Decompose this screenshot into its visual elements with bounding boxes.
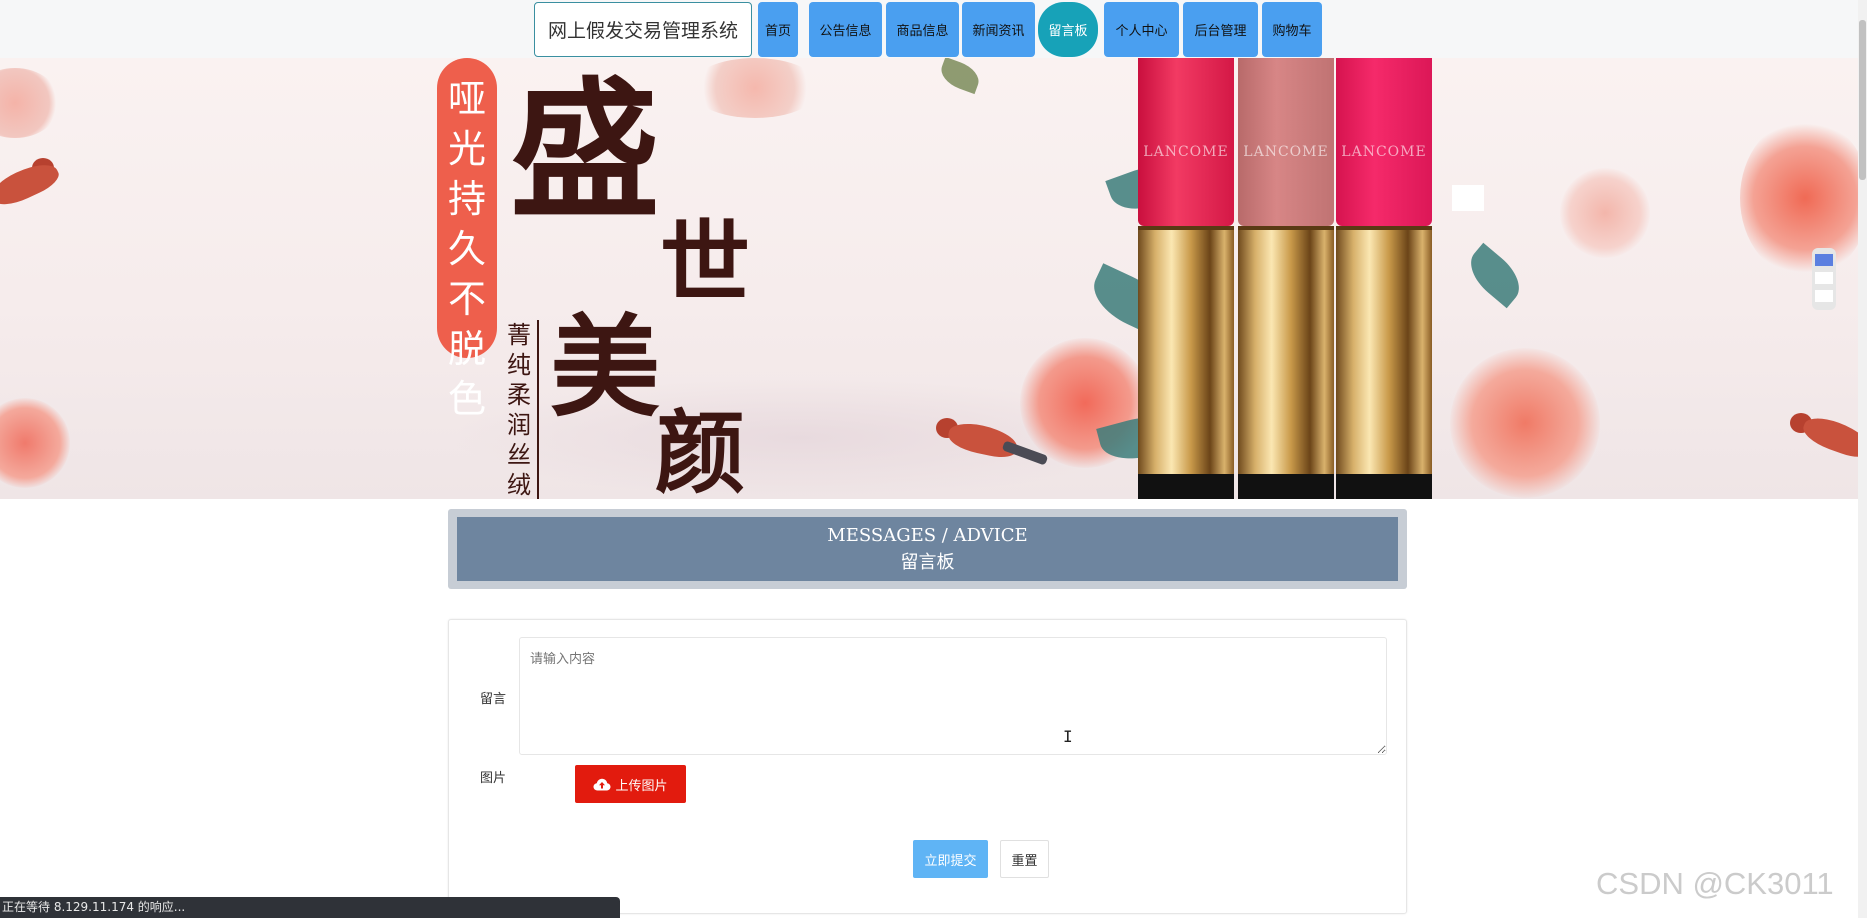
nav-admin[interactable]: 后台管理: [1183, 2, 1258, 57]
nav-personal-center[interactable]: 个人中心: [1104, 2, 1179, 57]
flower-decoration: [1560, 168, 1650, 258]
banner-carousel: 哑光持久不脱色 盛 世 美 颜 菁纯柔润丝绒 LANCOME LANCOME L…: [0, 58, 1858, 499]
lipstick-brand: LANCOME: [1243, 144, 1329, 160]
nav-message-board[interactable]: 留言板: [1038, 2, 1098, 57]
flower-decoration: [1740, 118, 1858, 278]
lipstick-image: [1336, 58, 1432, 499]
browser-status-bar: 正在等待 8.129.11.174 的响应...: [0, 897, 620, 918]
banner-sub-text: 菁纯柔润丝绒: [507, 321, 531, 499]
scrollbar-thumb[interactable]: [1859, 20, 1866, 180]
nav-home[interactable]: 首页: [758, 2, 798, 57]
text-cursor-icon: I: [1063, 727, 1073, 746]
banner-headline-3: 美: [550, 303, 660, 432]
banner-headline-2: 世: [660, 210, 750, 316]
image-label: 图片: [480, 771, 507, 786]
flower-decoration: [0, 68, 60, 138]
flower-decoration: [1450, 348, 1600, 498]
banner-white-block: [1452, 185, 1484, 211]
banner-divider: [537, 320, 539, 499]
banner-headline-4: 颜: [655, 400, 745, 499]
bird-decoration: [930, 418, 1050, 478]
carousel-dot[interactable]: [1815, 272, 1833, 284]
section-title-en: MESSAGES / ADVICE: [827, 525, 1028, 546]
banner-pill-text: 哑光持久不脱色: [437, 58, 497, 421]
leaf-decoration: [1460, 242, 1530, 309]
site-title[interactable]: 网上假发交易管理系统: [534, 2, 752, 57]
section-header-inner: MESSAGES / ADVICE 留言板: [457, 517, 1398, 581]
page: 网上假发交易管理系统 首页 公告信息 商品信息 新闻资讯 留言板 个人中心 后台…: [0, 0, 1867, 918]
upload-image-label: 上传图片: [615, 778, 668, 794]
nav-products[interactable]: 商品信息: [886, 2, 959, 57]
lipstick-brand: LANCOME: [1341, 144, 1427, 160]
lipstick-image: [1138, 58, 1234, 499]
message-label: 留言: [480, 692, 507, 707]
csdn-watermark: CSDN @CK3011: [1596, 866, 1834, 901]
banner-headline-1: 盛: [510, 63, 661, 239]
carousel-indicators[interactable]: [1812, 248, 1836, 310]
top-navigation-bar: 网上假发交易管理系统 首页 公告信息 商品信息 新闻资讯 留言板 个人中心 后台…: [0, 0, 1867, 58]
nav-cart[interactable]: 购物车: [1262, 2, 1322, 57]
upload-image-button[interactable]: 上传图片: [575, 765, 686, 803]
message-textarea[interactable]: [519, 637, 1387, 755]
section-title-cn: 留言板: [900, 552, 955, 573]
bird-decoration: [0, 156, 80, 218]
reset-button[interactable]: 重置: [1000, 840, 1049, 878]
lipstick-image: [1238, 58, 1334, 499]
carousel-dot-active[interactable]: [1815, 254, 1833, 266]
leaf-decoration: [936, 58, 984, 95]
flower-decoration: [690, 58, 820, 118]
nav-news[interactable]: 新闻资讯: [962, 2, 1035, 57]
submit-button[interactable]: 立即提交: [913, 840, 988, 878]
lipstick-brand: LANCOME: [1143, 144, 1229, 160]
cloud-upload-icon: [593, 778, 611, 791]
flower-decoration: [0, 398, 70, 488]
bird-decoration: [1790, 411, 1858, 473]
carousel-dot[interactable]: [1815, 290, 1833, 302]
section-header: MESSAGES / ADVICE 留言板: [448, 509, 1407, 589]
nav-announcements[interactable]: 公告信息: [809, 2, 882, 57]
page-scrollbar[interactable]: [1858, 0, 1867, 918]
